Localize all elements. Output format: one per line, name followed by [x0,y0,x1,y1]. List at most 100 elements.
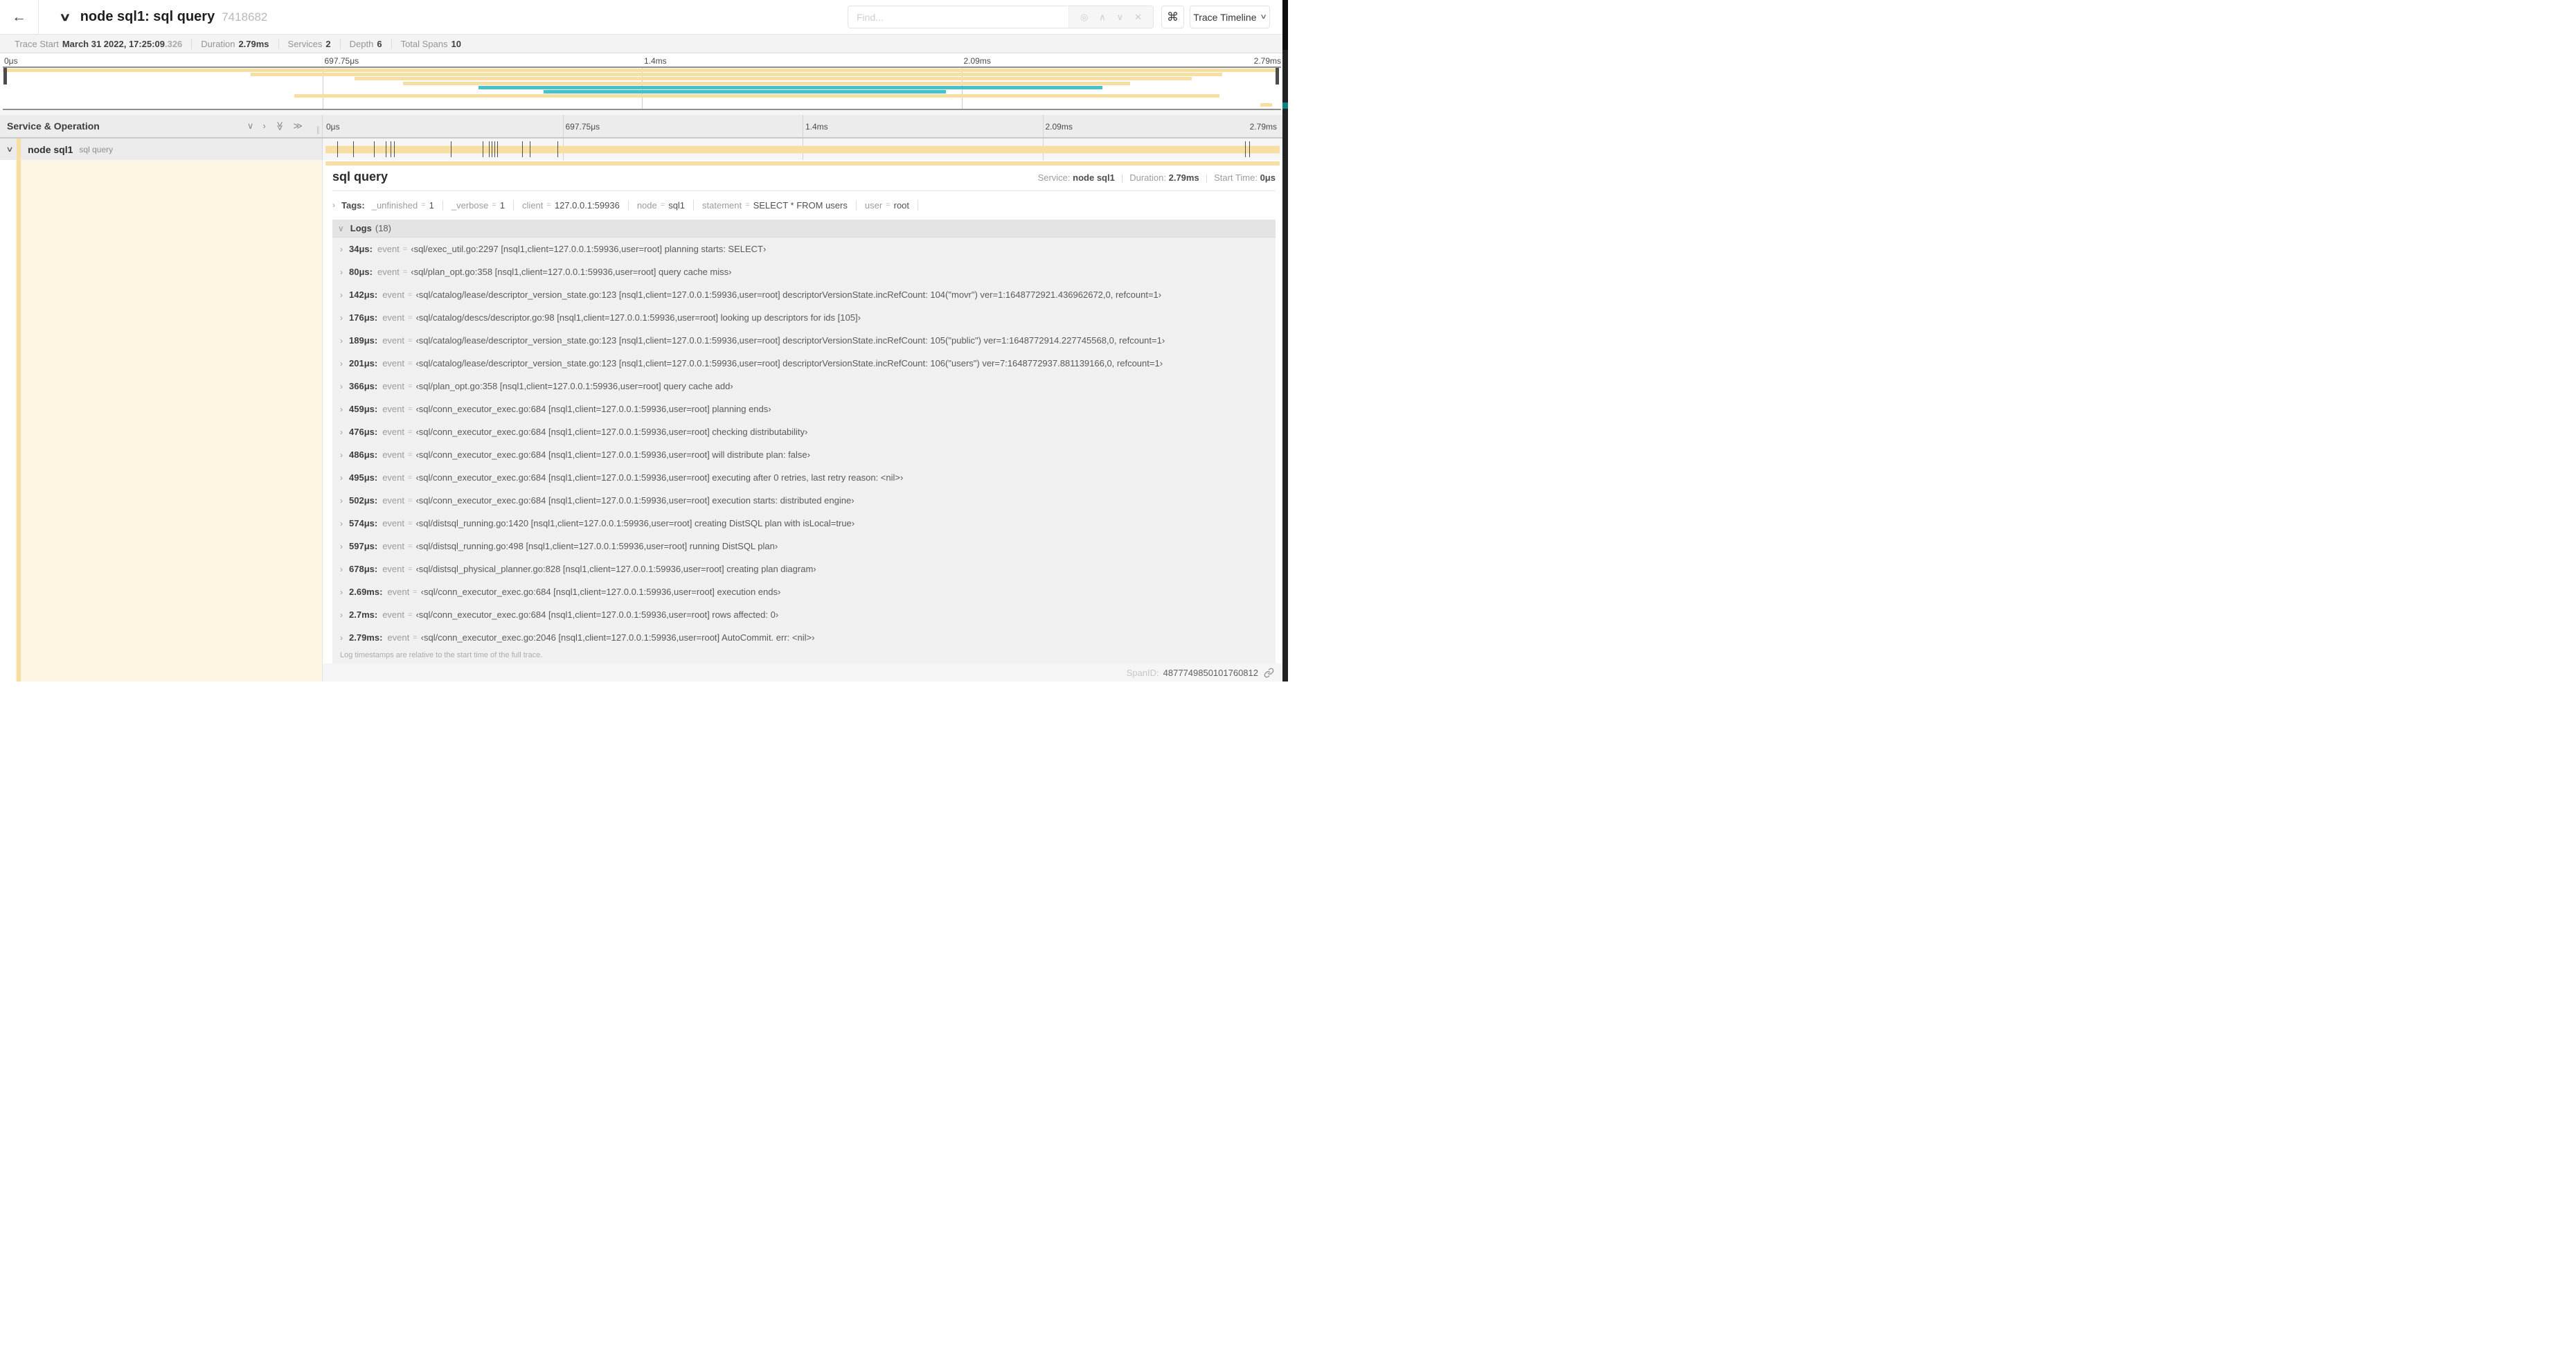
log-timestamp: 34μs: [349,244,373,254]
expand-log-icon[interactable]: › [340,633,343,643]
log-field-key: event [382,427,405,437]
log-timestamp: 176μs: [349,312,378,323]
timeline-ruler: 0μs 697.75μs 1.4ms 2.09ms 2.79ms [323,115,1282,137]
log-entry[interactable]: › 2.79ms: event = ‹sql/conn_executor_exe… [332,626,1276,649]
log-entry[interactable]: › 502μs: event = ‹sql/conn_executor_exec… [332,489,1276,512]
expand-log-icon[interactable]: › [340,542,343,551]
minimap-gap [0,110,1282,115]
minimap-span-bar [294,94,1220,98]
log-field-key: event [377,267,400,277]
collapse-one-icon[interactable]: ∨ [247,121,254,132]
expand-log-icon[interactable]: › [340,587,343,597]
log-entry[interactable]: › 486μs: event = ‹sql/conn_executor_exec… [332,443,1276,466]
equals-sign: = [408,519,413,528]
expand-log-icon[interactable]: › [340,473,343,483]
expand-log-icon[interactable]: › [340,267,343,277]
tags-section[interactable]: › Tags: _unfinished = 1 _verbose = 1 client = 12… [332,197,1276,213]
logs-count: (18) [375,223,391,233]
expand-log-icon[interactable]: › [340,519,343,528]
focus-match-icon[interactable]: ◎ [1080,12,1088,23]
tag-item: node = sql1 [637,199,702,211]
keyboard-shortcuts-button[interactable]: ⌘ [1161,6,1184,28]
log-entry[interactable]: › 34μs: event = ‹sql/exec_util.go:2297 [… [332,238,1276,260]
minimap-right-scrubber-handle[interactable] [1276,68,1279,84]
trace-view-selector[interactable]: Trace Timeline ∨ [1190,6,1270,28]
expand-log-icon[interactable]: › [340,382,343,391]
minimap-left-scrubber-handle[interactable] [3,68,7,84]
log-field-key: event [382,404,405,414]
service-color-stripe [17,160,21,682]
log-entry[interactable]: › 176μs: event = ‹sql/catalog/descs/desc… [332,306,1276,329]
expand-log-icon[interactable]: › [340,313,343,323]
log-entry[interactable]: › 201μs: event = ‹sql/catalog/lease/desc… [332,352,1276,375]
expand-log-icon[interactable]: › [340,290,343,300]
log-timestamp: 2.7ms: [349,609,378,620]
log-timestamp: 574μs: [349,518,378,528]
span-id-value: 4877749850101760812 [1163,667,1258,678]
span-duration-bar[interactable] [325,145,1280,153]
expand-log-icon[interactable]: › [340,359,343,368]
ruler-tick-label: 2.09ms [1045,122,1073,132]
span-operation-name: sql query [79,144,114,154]
tags-label: Tags: [341,199,365,211]
equals-sign: = [408,313,413,322]
log-entry[interactable]: › 80μs: event = ‹sql/plan_opt.go:358 [ns… [332,260,1276,283]
log-field-key: event [382,609,405,620]
span-detail-card: sql query Service: node sql1 | Duration: 2… [332,170,1276,665]
log-entry[interactable]: › 366μs: event = ‹sql/plan_opt.go:358 [n… [332,375,1276,398]
minimap-span-bar [251,73,1223,77]
detail-span-bar[interactable] [325,161,1280,166]
log-entry[interactable]: › 476μs: event = ‹sql/conn_executor_exec… [332,420,1276,443]
log-entry[interactable]: › 2.69ms: event = ‹sql/conn_executor_exe… [332,580,1276,603]
expand-log-icon[interactable]: › [340,427,343,437]
log-entry[interactable]: › 142μs: event = ‹sql/catalog/lease/desc… [332,283,1276,306]
trace-id: 7418682 [222,10,268,24]
meta-duration: Duration 2.79ms [192,38,279,49]
expand-log-icon[interactable]: › [340,336,343,346]
prev-match-icon[interactable]: ∧ [1099,12,1106,23]
log-entry[interactable]: › 574μs: event = ‹sql/distsql_running.go… [332,512,1276,535]
expand-all-icon[interactable]: ≫ [293,121,303,132]
expand-log-icon[interactable]: › [340,404,343,414]
chevron-down-icon: ∨ [1260,13,1268,21]
logs-header[interactable]: ∨ Logs (18) [332,220,1276,238]
log-entry[interactable]: › 495μs: event = ‹sql/conn_executor_exec… [332,466,1276,489]
span-row-timeline-cell[interactable] [323,139,1282,160]
collapse-trace-icon[interactable]: ∨ [59,10,71,24]
equals-sign: = [408,359,413,368]
clear-find-icon[interactable]: ✕ [1134,12,1142,23]
collapse-logs-icon[interactable]: ∨ [338,224,344,233]
collapse-span-icon[interactable]: ∨ [6,145,13,154]
expand-log-icon[interactable]: › [340,244,343,254]
expand-one-icon[interactable]: › [262,121,265,132]
find-input[interactable] [848,6,1068,28]
back-arrow-icon: ← [12,8,26,25]
trace-title-group[interactable]: ∨ node sql1: sql query 7418682 [59,0,268,34]
ruler-gridline [1042,115,1044,137]
log-field-key: event [382,289,405,300]
log-entry[interactable]: › 597μs: event = ‹sql/distsql_running.go… [332,535,1276,558]
trace-minimap[interactable] [3,66,1281,110]
minimap-tick-label: 697.75μs [324,56,359,66]
log-entry[interactable]: › 678μs: event = ‹sql/distsql_physical_p… [332,558,1276,580]
expand-log-icon[interactable]: › [340,450,343,460]
next-match-icon[interactable]: ∨ [1117,12,1124,23]
collapse-all-icon[interactable]: ≫ [274,121,285,131]
ruler-tick-label: 0μs [326,122,340,132]
expand-log-icon[interactable]: › [340,564,343,574]
equals-sign: = [408,382,413,391]
log-entry[interactable]: › 2.7ms: event = ‹sql/conn_executor_exec… [332,603,1276,626]
span-row-name-cell[interactable]: ∨ node sql1 sql query [0,139,323,160]
expand-log-icon[interactable]: › [340,610,343,620]
ruler-tick-label: 1.4ms [805,122,828,132]
link-icon[interactable] [1264,668,1274,678]
expand-log-icon[interactable]: › [340,496,343,506]
log-entry[interactable]: › 189μs: event = ‹sql/catalog/lease/desc… [332,329,1276,352]
tag-list: _unfinished = 1 _verbose = 1 client = 127.0.0.1:… [372,199,927,211]
expand-tags-icon[interactable]: › [332,200,335,210]
equals-sign: = [408,404,413,413]
meta-trace-start: Trace Start March 31 2022, 17:25:09.326 [6,38,193,49]
back-button[interactable]: ← [0,0,39,34]
column-resize-grip[interactable]: ∥ [316,125,321,134]
log-entry[interactable]: › 459μs: event = ‹sql/conn_executor_exec… [332,398,1276,420]
